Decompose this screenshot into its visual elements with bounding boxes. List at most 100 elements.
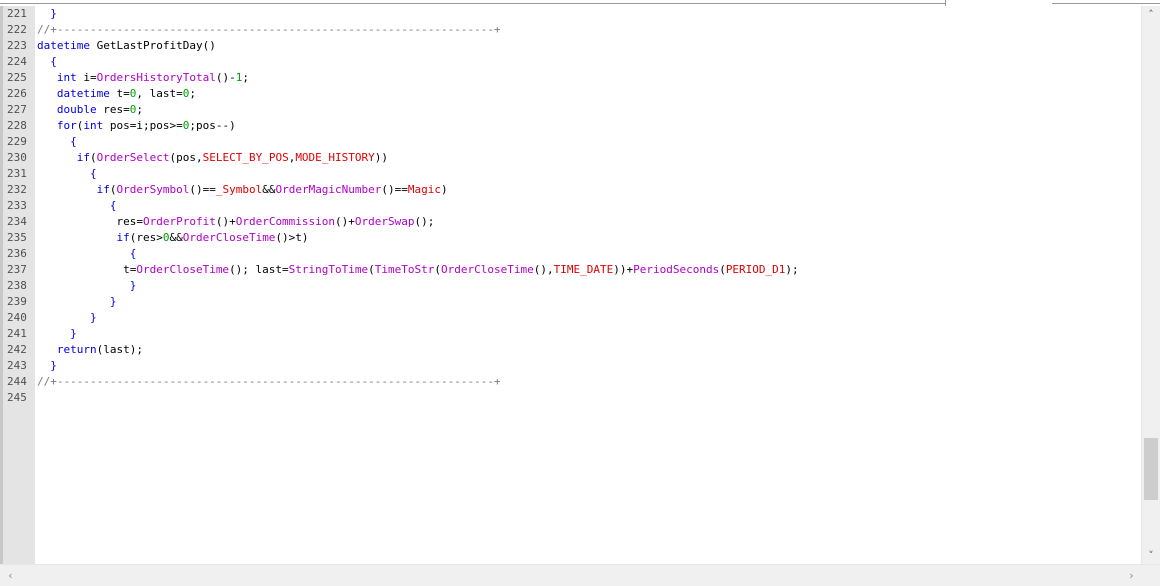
code-line[interactable]: double res=0;	[37, 102, 143, 118]
code-line[interactable]: if(res>0&&OrderCloseTime()>t)	[37, 230, 308, 246]
code-token: if	[37, 183, 110, 196]
code-token: t=	[109, 87, 130, 100]
code-token: }	[37, 311, 97, 324]
code-token: (	[719, 263, 726, 276]
line-number: 222	[7, 23, 27, 36]
code-token: {	[37, 135, 77, 148]
code-editor[interactable]	[35, 6, 1141, 564]
code-token: }	[37, 359, 57, 372]
code-line[interactable]: //+-------------------------------------…	[37, 22, 501, 38]
code-token: (); last=	[229, 263, 289, 276]
code-token: OrderMagicNumber	[275, 183, 382, 196]
line-number: 231	[7, 167, 27, 180]
code-token: &&	[169, 231, 183, 244]
code-token: {	[37, 247, 137, 260]
code-token: (res>	[129, 231, 163, 244]
chevron-right-icon[interactable]: ›	[1123, 567, 1140, 584]
code-token: OrderCloseTime	[441, 263, 534, 276]
code-token: t=	[37, 263, 137, 276]
code-token: OrderCloseTime	[182, 231, 276, 244]
code-line[interactable]: t=OrderCloseTime(); last=StringToTime(Ti…	[37, 262, 799, 278]
code-token: {	[37, 167, 97, 180]
code-token: GetLastProfitDay()	[89, 39, 216, 52]
tab-strip-border	[0, 3, 945, 4]
code-line[interactable]: {	[37, 134, 77, 150]
line-number: 223	[7, 39, 27, 52]
code-line[interactable]: {	[37, 198, 117, 214]
code-line[interactable]: }	[37, 326, 77, 342]
chevron-up-icon[interactable]: ˄	[1142, 6, 1160, 23]
line-number: 238	[7, 279, 27, 292]
chevron-left-icon[interactable]: ‹	[2, 567, 19, 584]
code-token: OrderSymbol	[116, 183, 190, 196]
code-line[interactable]: int i=OrdersHistoryTotal()-1;	[37, 70, 249, 86]
code-line[interactable]: datetime GetLastProfitDay()	[37, 38, 216, 54]
line-number: 225	[7, 71, 27, 84]
code-line[interactable]: }	[37, 310, 97, 326]
code-token: OrderProfit	[142, 215, 216, 228]
code-token: ()==	[189, 183, 216, 196]
code-token: , last=	[136, 87, 183, 100]
code-line[interactable]: {	[37, 246, 137, 262]
line-number: 240	[7, 311, 27, 324]
code-token: int	[83, 119, 104, 132]
code-line[interactable]: {	[37, 166, 97, 182]
code-token: i=	[76, 71, 97, 84]
code-token: ;	[242, 71, 249, 84]
code-token: res=	[96, 103, 130, 116]
code-token: ))	[374, 151, 389, 164]
line-number: 233	[7, 199, 27, 212]
code-token: ()+	[215, 215, 236, 228]
code-token: datetime	[37, 39, 90, 52]
code-line[interactable]: }	[37, 294, 117, 310]
code-line[interactable]: if(OrderSelect(pos,SELECT_BY_POS,MODE_HI…	[37, 150, 388, 166]
line-number: 230	[7, 151, 27, 164]
code-token: (last);	[96, 343, 143, 356]
code-line[interactable]: datetime t=0, last=0;	[37, 86, 196, 102]
code-token: }	[37, 7, 57, 20]
line-number: 243	[7, 359, 27, 372]
code-token: (	[89, 151, 97, 164]
line-number: 224	[7, 55, 27, 68]
vertical-scrollbar[interactable]: ˄ ˅	[1141, 6, 1160, 564]
code-token: res=	[37, 215, 143, 228]
code-line[interactable]: return(last);	[37, 342, 143, 358]
code-token: );	[785, 263, 799, 276]
code-line[interactable]: }	[37, 358, 57, 374]
code-line[interactable]: {	[37, 54, 57, 70]
code-token: }	[37, 327, 77, 340]
code-line[interactable]: }	[37, 278, 137, 294]
code-token: }	[37, 279, 137, 292]
chevron-down-icon[interactable]: ˅	[1142, 547, 1160, 564]
code-token: MODE_HISTORY	[295, 151, 375, 164]
scrollbar-thumb[interactable]	[1144, 438, 1158, 500]
code-token: double	[37, 103, 97, 116]
code-token: OrderSelect	[96, 151, 170, 164]
line-number: 245	[7, 391, 27, 404]
line-number: 239	[7, 295, 27, 308]
code-token: for	[37, 119, 77, 132]
code-token: TimeToStr	[374, 263, 435, 276]
code-line[interactable]: res=OrderProfit()+OrderCommission()+Orde…	[37, 214, 434, 230]
code-token: PeriodSeconds	[633, 263, 720, 276]
line-number: 232	[7, 183, 27, 196]
code-line[interactable]: }	[37, 6, 57, 22]
code-token: pos=i;pos>=	[103, 119, 183, 132]
code-token: ();	[414, 215, 435, 228]
code-token: (	[368, 263, 375, 276]
code-token: ()==	[381, 183, 408, 196]
line-number: 236	[7, 247, 27, 260]
code-token: (pos,	[169, 151, 203, 164]
code-token: OrderSwap	[354, 215, 415, 228]
code-token: OrderCloseTime	[136, 263, 230, 276]
code-line[interactable]: if(OrderSymbol()==_Symbol&&OrderMagicNum…	[37, 182, 448, 198]
code-line[interactable]: for(int pos=i;pos>=0;pos--)	[37, 118, 236, 134]
horizontal-scrollbar[interactable]: ‹ ›	[0, 564, 1160, 586]
code-token: (),	[533, 263, 554, 276]
line-number: 244	[7, 375, 27, 388]
code-line[interactable]: //+-------------------------------------…	[37, 374, 501, 390]
code-token: _Symbol	[215, 183, 263, 196]
code-token: TIME_DATE	[553, 263, 614, 276]
code-token: ;pos--)	[189, 119, 236, 132]
code-token: if	[37, 151, 90, 164]
